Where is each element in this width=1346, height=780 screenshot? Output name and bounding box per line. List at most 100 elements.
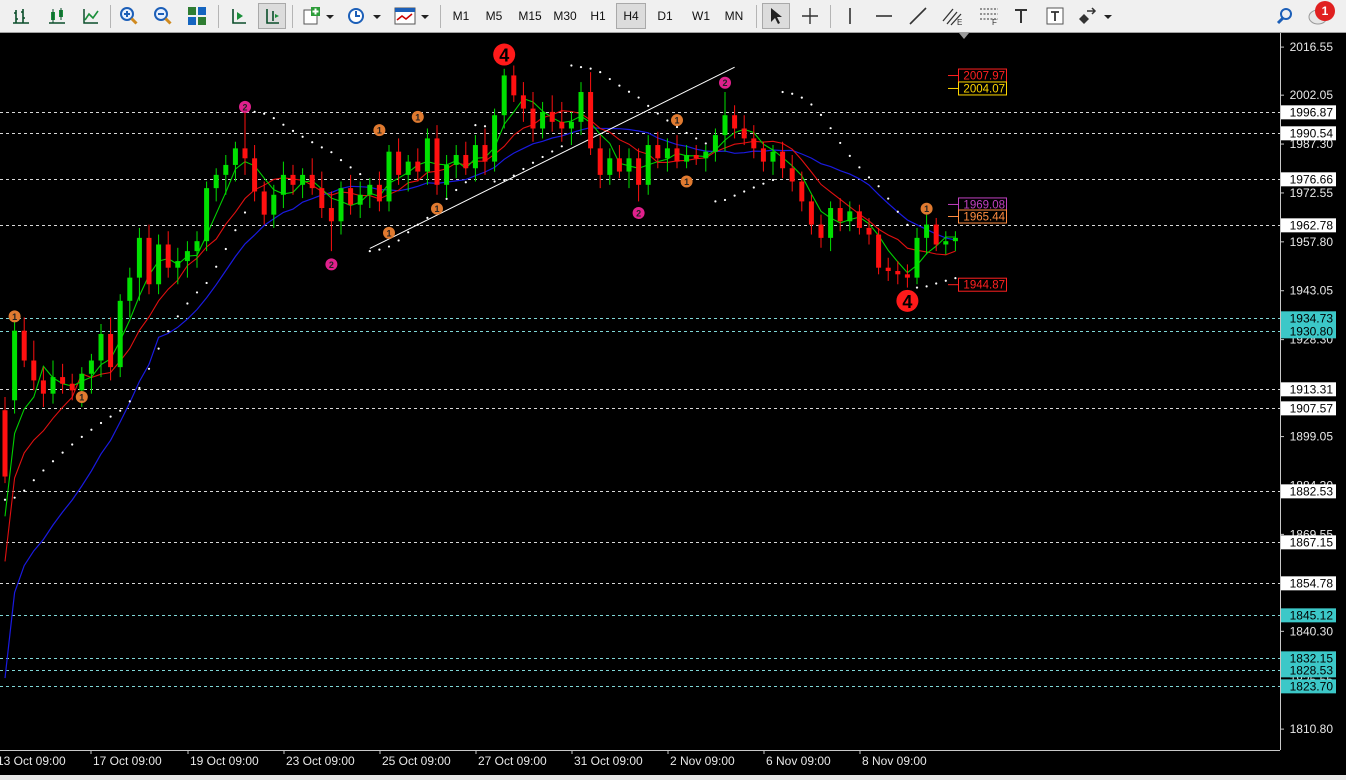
candle-body (847, 211, 853, 222)
toolbar-separator (830, 5, 831, 28)
candle-body (367, 184, 373, 195)
candle-body (175, 261, 181, 268)
candle-body (520, 95, 526, 109)
wave-label-text: 1 (79, 392, 84, 402)
psar-dot (810, 103, 813, 106)
periods-menu-button[interactable] (344, 3, 384, 29)
psar-dot (42, 469, 45, 472)
candle-body (2, 410, 8, 477)
price-chart[interactable]: 4422221111111112016.552002.051987.301972… (0, 33, 1346, 775)
candle-body (607, 158, 613, 175)
price-tick-label: 2002.05 (1290, 88, 1334, 102)
vertical-line-tool-button[interactable] (838, 3, 862, 29)
psar-dot (474, 124, 477, 127)
wave-label-text: 1 (684, 177, 689, 187)
autoscroll-button[interactable] (226, 3, 252, 29)
psar-dot (147, 367, 151, 370)
search-button[interactable] (1272, 3, 1298, 29)
wave-label-marker: 2 (239, 100, 251, 113)
timeframe-d1[interactable]: D1 (651, 3, 679, 29)
time-tick-label: 8 Nov 09:00 (862, 754, 927, 768)
timeframe-m15[interactable]: M15 (513, 3, 547, 29)
psar-dot (714, 200, 717, 203)
candle-body (578, 92, 584, 122)
line-chart-button[interactable] (78, 3, 104, 29)
candlestick-button[interactable] (44, 3, 70, 29)
indicators-menu-button[interactable] (300, 3, 336, 29)
price-level-tag-text: 1962.78 (1290, 218, 1334, 232)
psar-dot (637, 96, 640, 99)
candle-body (904, 274, 910, 278)
equidistant-channel-tool-button[interactable]: E (938, 3, 968, 29)
arrows-menu-button[interactable] (1074, 3, 1116, 29)
chart-shift-button[interactable] (258, 3, 286, 29)
psar-dot (167, 330, 170, 333)
wave-label-marker: 1 (373, 124, 386, 137)
candle-body (280, 174, 286, 195)
candle-body (21, 330, 27, 361)
text-tool-button[interactable] (1008, 3, 1034, 29)
psar-dot (71, 443, 74, 446)
candle-body (837, 208, 843, 222)
candle-body (271, 194, 277, 215)
candle-body (693, 154, 699, 159)
psar-dot (522, 167, 525, 171)
wave-label-marker: 1 (8, 310, 21, 323)
psar-dot (13, 496, 16, 499)
vertical-line-icon (849, 8, 851, 24)
fibonacci-tool-button[interactable]: F (974, 3, 1004, 29)
candle-body (530, 108, 536, 129)
candle-body (885, 267, 891, 272)
timeframe-m30[interactable]: M30 (548, 3, 582, 29)
crosshair-tool-button[interactable] (796, 3, 824, 29)
zoom-out-button[interactable] (150, 3, 176, 29)
timeframe-m1[interactable]: M1 (447, 3, 475, 29)
candle-body (232, 148, 238, 165)
notification-badge[interactable]: 1 (1315, 1, 1335, 21)
toolbar-separator (292, 5, 293, 28)
price-tick-label: 1840.30 (1290, 624, 1334, 638)
search-icon (1276, 8, 1292, 25)
candlestick-icon (49, 8, 65, 24)
svg-text:F: F (992, 18, 997, 26)
price-level-tag-text: 1867.15 (1290, 535, 1334, 549)
trendline-tool-button[interactable] (904, 3, 932, 29)
candle-body (204, 188, 210, 242)
wave-label-marker: 2 (719, 76, 731, 89)
trendline-icon (909, 7, 927, 25)
candle-body (732, 115, 738, 129)
horizontal-line-tool-button[interactable] (870, 3, 898, 29)
candle-body (136, 237, 142, 278)
psar-dot (397, 239, 400, 242)
zoom-in-button[interactable] (116, 3, 142, 29)
candle-body (770, 151, 776, 162)
cursor-tool-button[interactable] (762, 3, 790, 29)
psar-dot (570, 64, 573, 67)
templates-menu-button[interactable] (392, 3, 432, 29)
wave-label-text: 4 (902, 292, 912, 312)
psar-dot (771, 178, 775, 182)
psar-dot (253, 110, 256, 113)
price-level-tag: 1996.87 (1281, 105, 1336, 120)
time-tick-label: 23 Oct 09:00 (286, 754, 355, 768)
candle-body (415, 161, 421, 172)
candle-body (684, 154, 690, 162)
timeframe-h1[interactable]: H1 (584, 3, 612, 29)
timeframe-mn[interactable]: MN (719, 3, 749, 29)
psar-dot (128, 400, 131, 403)
price-level-tag-text: 1930.80 (1290, 324, 1334, 338)
time-tick-label: 17 Oct 09:00 (93, 754, 162, 768)
timeframe-h4[interactable]: H4 (616, 3, 646, 29)
timeframe-w1[interactable]: W1 (686, 3, 716, 29)
object-price-label-text: 1944.87 (963, 280, 1005, 292)
text-label-tool-button[interactable] (1042, 3, 1068, 29)
template-icon (394, 7, 429, 25)
tile-windows-button[interactable] (184, 3, 210, 29)
bar-chart-button[interactable] (8, 3, 34, 29)
candle-body (31, 360, 37, 381)
candle-body (213, 174, 219, 189)
timeframe-m5[interactable]: M5 (480, 3, 508, 29)
time-tick-label: 27 Oct 09:00 (478, 754, 547, 768)
psar-dot (234, 229, 237, 232)
candle-body (751, 138, 757, 149)
